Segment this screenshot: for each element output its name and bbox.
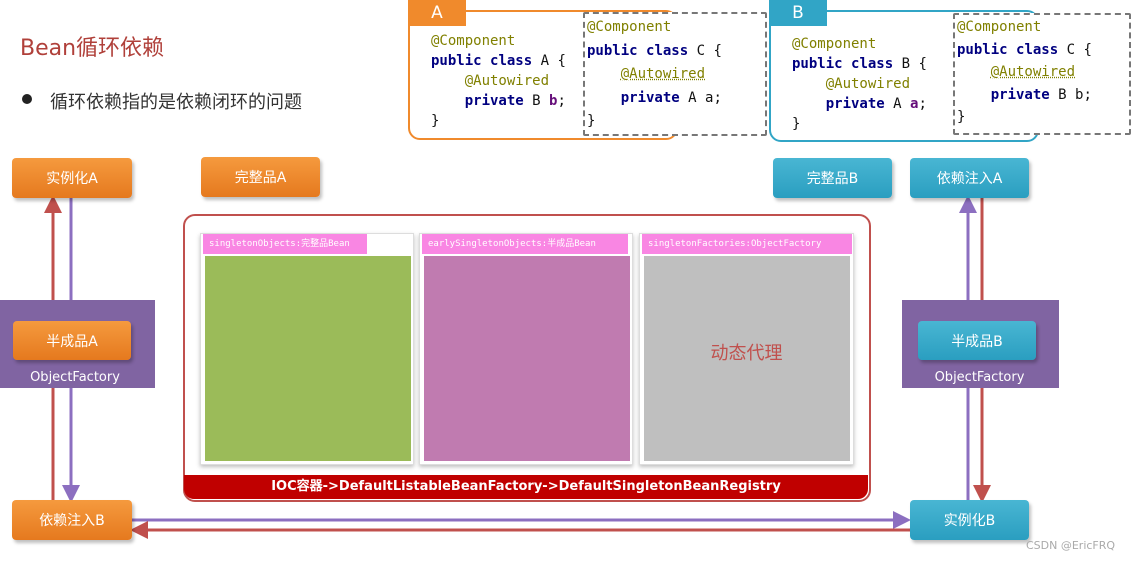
dynamic-proxy-label: 动态代理 xyxy=(710,343,783,364)
column-singleton-objects-head: singletonObjects:完整品Bean xyxy=(203,234,367,254)
inject-b-node: 依赖注入B xyxy=(12,500,132,540)
half-product-b-node: 半成品B xyxy=(918,321,1036,360)
right-objectfactory-label: ObjectFactory xyxy=(934,370,1025,385)
inject-a-node: 依赖注入A xyxy=(910,158,1029,198)
column-singleton-objects-body xyxy=(205,256,411,461)
column-singleton-objects: singletonObjects:完整品Bean xyxy=(200,233,414,465)
instantiate-b-node: 实例化B xyxy=(910,500,1029,540)
half-product-a-node: 半成品A xyxy=(13,321,131,360)
left-objectfactory-label: ObjectFactory xyxy=(30,370,120,385)
watermark: CSDN @EricFRQ xyxy=(1026,539,1116,552)
complete-b-node: 完整品B xyxy=(773,158,892,198)
ioc-bar: IOC容器->DefaultListableBeanFactory->Defau… xyxy=(184,475,868,499)
column-singleton-factories: singletonFactories:ObjectFactory 动态代理 xyxy=(639,233,854,465)
complete-a-node: 完整品A xyxy=(201,157,320,197)
instantiate-a-node: 实例化A xyxy=(12,158,132,198)
column-early-singleton-objects-head: earlySingletonObjects:半成品Bean xyxy=(422,234,628,254)
column-early-singleton-objects: earlySingletonObjects:半成品Bean xyxy=(419,233,633,465)
column-early-singleton-objects-body xyxy=(424,256,630,461)
column-singleton-factories-head: singletonFactories:ObjectFactory xyxy=(642,234,852,254)
